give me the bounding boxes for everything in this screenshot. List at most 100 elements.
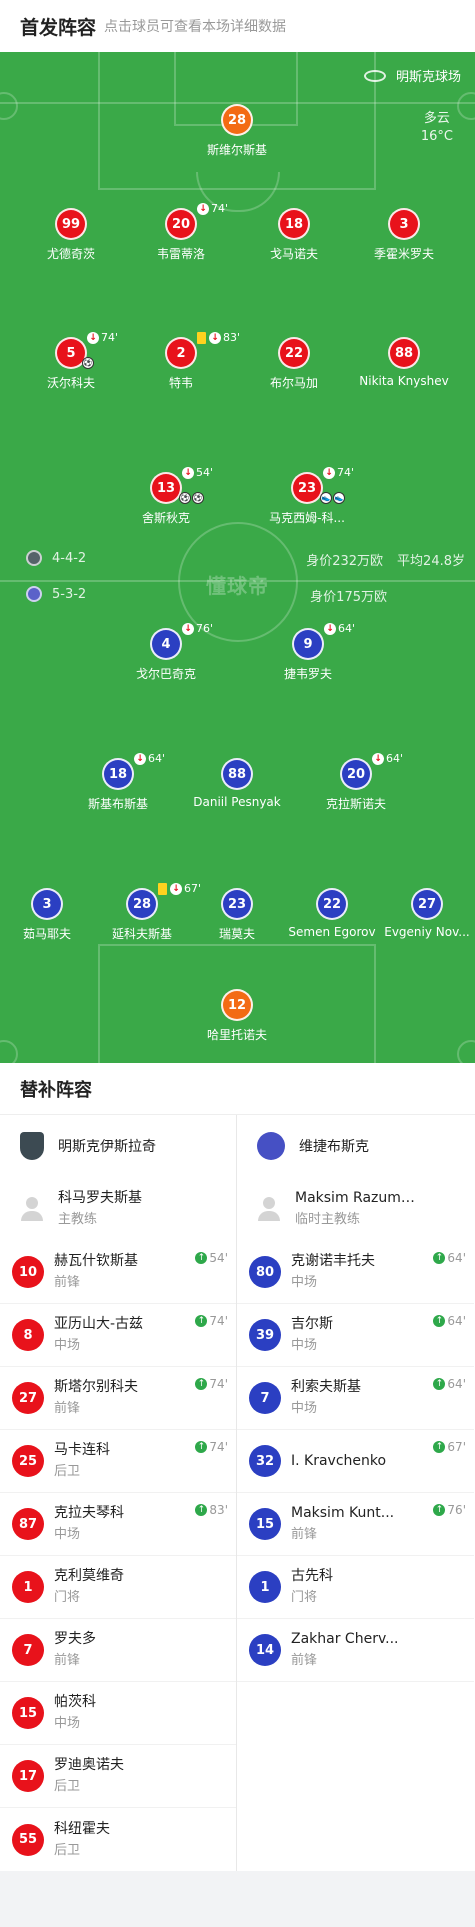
player-number: 27 xyxy=(411,888,443,920)
sub-in-icon: ↑ xyxy=(195,1252,208,1264)
player-name: Daniil Pesnyak xyxy=(193,795,281,809)
sub-player-row[interactable]: 27 斯塔尔别科夫 前锋 ↑ 74' xyxy=(0,1367,236,1430)
sub-off-event: ↓ 64' xyxy=(134,752,165,765)
sub-off-icon: ↓ xyxy=(324,622,336,635)
player-number: 12 xyxy=(221,989,253,1021)
sub-position: 中场 xyxy=(291,1338,318,1353)
player-home-6[interactable]: ↓ 83' 2 特韦 xyxy=(116,331,246,391)
sub-player-row[interactable]: 7 罗夫多 前锋 xyxy=(0,1619,236,1682)
sub-in-icon: ↑ xyxy=(433,1252,446,1264)
sub-off-icon: ↓ xyxy=(182,466,194,479)
sub-in-icon: ↑ xyxy=(433,1441,446,1453)
player-away-3[interactable]: 88 Daniil Pesnyak xyxy=(172,758,302,809)
sub-position: 前锋 xyxy=(54,1275,81,1290)
yellow-card-icon xyxy=(158,882,167,895)
coach-avatar-icon xyxy=(257,1195,281,1223)
sub-player-row[interactable]: 1 克利莫维奇 门将 xyxy=(0,1556,236,1619)
sub-player-row[interactable]: 80 克谢诺丰托夫 中场 ↑ 64' xyxy=(237,1241,474,1304)
sub-player-row[interactable]: 10 赫瓦什钦斯基 前锋 ↑ 54' xyxy=(0,1241,236,1304)
player-home-8[interactable]: 88 Nikita Knyshev xyxy=(339,337,469,388)
sub-player-row[interactable]: 15 帕茨科 中场 xyxy=(0,1682,236,1745)
player-name: 舍斯秋克 xyxy=(141,511,190,525)
sub-player-row[interactable]: 32 I. Kravchenko ↑ 67' xyxy=(237,1430,474,1493)
home-team-row[interactable]: 明斯克伊斯拉奇 xyxy=(0,1115,236,1177)
sub-off-event: ↓ 74' xyxy=(197,202,228,215)
home-formation-row: 4-4-2 xyxy=(26,550,86,566)
assist-icon: 👟 xyxy=(333,492,345,504)
player-home-2[interactable]: ↓ 74' 20 韦雷蒂洛 xyxy=(116,202,246,262)
player-home-9[interactable]: ↓ 54' 13 ⚽ ⚽ 舍斯秋克 xyxy=(101,466,231,526)
player-number: 23 xyxy=(291,472,323,504)
sub-position: 后卫 xyxy=(54,1779,81,1794)
player-name: Nikita Knyshev xyxy=(359,374,449,388)
sub-name: 科纽霍夫 xyxy=(54,1820,110,1837)
sub-off-icon: ↓ xyxy=(323,466,335,479)
player-home-10[interactable]: ↓ 74' 23 👟 👟 马克西姆-科... xyxy=(242,466,372,526)
away-value: 身价175万欧 xyxy=(310,590,387,605)
pitch: 懂球帝 明斯克球场 多云 16°C 28 斯维尔斯基 99 尤德奇茨 ↓ 74' … xyxy=(0,52,475,1063)
stadium-icon xyxy=(363,69,386,82)
sub-position: 中场 xyxy=(291,1401,318,1416)
sub-player-row[interactable]: 25 马卡连科 后卫 ↑ 74' xyxy=(0,1430,236,1493)
away-team-row[interactable]: 维捷布斯克 xyxy=(237,1115,474,1177)
player-number: 20 xyxy=(165,208,197,240)
sub-position: 后卫 xyxy=(54,1842,81,1858)
subs-section: 明斯克伊斯拉奇 科马罗夫斯基 主教练 10 赫瓦什钦斯基 前锋 ↑ 54' 8 亚历山大-古兹… xyxy=(0,1115,475,1871)
sub-position: 中场 xyxy=(291,1275,318,1290)
sub-number: 8 xyxy=(12,1319,44,1351)
goal-icon: ⚽ xyxy=(82,357,94,369)
sub-player-row[interactable]: 87 克拉夫琴科 中场 ↑ 83' xyxy=(0,1493,236,1556)
player-home-0[interactable]: 28 斯维尔斯基 xyxy=(172,104,302,158)
sub-name: 帕茨科 xyxy=(54,1694,96,1710)
player-away-9[interactable]: 27 Evgeniy Nov... xyxy=(379,888,475,939)
sub-off-icon: ↓ xyxy=(372,752,384,765)
home-formation: 4-4-2 xyxy=(52,550,87,566)
home-avg-age: 平均24.8岁 xyxy=(397,554,465,569)
sub-in-tag: ↑ 64' xyxy=(433,1314,466,1328)
sub-player-row[interactable]: 8 亚历山大-古兹 中场 ↑ 74' xyxy=(0,1304,236,1367)
sub-off-icon: ↓ xyxy=(87,331,99,344)
player-away-1[interactable]: ↓ 64' 9 捷韦罗夫 xyxy=(243,622,373,682)
player-away-10[interactable]: 12 哈里托诺夫 xyxy=(172,989,302,1043)
player-away-2[interactable]: ↓ 64' 18 斯基布斯基 xyxy=(53,752,183,812)
sub-player-row[interactable]: 7 利索夫斯基 中场 ↑ 64' xyxy=(237,1367,474,1430)
sub-in-tag: ↑ 83' xyxy=(195,1503,228,1517)
sub-position: 前锋 xyxy=(291,1527,318,1542)
sub-name: 吉尔斯 xyxy=(291,1316,333,1332)
sub-name: 古先科 xyxy=(291,1568,333,1584)
sub-in-icon: ↑ xyxy=(195,1378,208,1390)
home-coach[interactable]: 科马罗夫斯基 主教练 xyxy=(0,1177,236,1241)
venue: 明斯克球场 xyxy=(363,66,461,85)
sub-player-row[interactable]: 1 古先科 门将 xyxy=(237,1556,474,1619)
player-number: 28 xyxy=(126,888,158,920)
sub-player-row[interactable]: 39 吉尔斯 中场 ↑ 64' xyxy=(237,1304,474,1367)
sub-player-row[interactable]: 14 Zakhar Cherv... 前锋 xyxy=(237,1619,474,1682)
venue-name: 明斯克球场 xyxy=(395,70,461,85)
sub-number: 7 xyxy=(12,1634,44,1666)
sub-player-row[interactable]: 15 Maksim Kunt... 前锋 ↑ 76' xyxy=(237,1493,474,1556)
sub-number: 14 xyxy=(249,1634,281,1666)
temperature: 16°C xyxy=(420,129,453,144)
away-stats-row: 身价175万欧 xyxy=(296,586,387,605)
sub-number: 1 xyxy=(12,1571,44,1603)
sub-off-event: ↓ 74' xyxy=(87,331,118,344)
player-away-8[interactable]: 22 Semen Egorov xyxy=(267,888,397,939)
sub-name: I. Kravchenko xyxy=(291,1453,387,1469)
yellow-card-icon xyxy=(197,331,206,344)
player-away-0[interactable]: ↓ 76' 4 戈尔巴奇克 xyxy=(101,622,231,682)
home-subs-column: 明斯克伊斯拉奇 科马罗夫斯基 主教练 10 赫瓦什钦斯基 前锋 ↑ 54' 8 亚历山大-古兹… xyxy=(0,1115,237,1871)
sub-position: 门将 xyxy=(54,1590,81,1605)
lineup-title: 首发阵容 xyxy=(20,16,97,39)
away-coach[interactable]: Maksim Razumov 临时主教练 xyxy=(237,1177,474,1241)
sub-number: 25 xyxy=(12,1445,44,1477)
goal-icon: ⚽ xyxy=(179,492,191,504)
sub-player-row[interactable]: 55 科纽霍夫 后卫 xyxy=(0,1808,236,1871)
sub-number: 17 xyxy=(12,1760,44,1792)
player-number: 23 xyxy=(221,888,253,920)
player-home-4[interactable]: 3 季霍米罗夫 xyxy=(339,208,469,262)
player-away-4[interactable]: ↓ 64' 20 克拉斯诺夫 xyxy=(291,752,421,812)
sub-position: 前锋 xyxy=(291,1653,318,1668)
player-name: Evgeniy Nov... xyxy=(384,925,470,939)
sub-player-row[interactable]: 17 罗迪奥诺夫 后卫 xyxy=(0,1745,236,1808)
weather: 多云 16°C xyxy=(421,110,453,146)
